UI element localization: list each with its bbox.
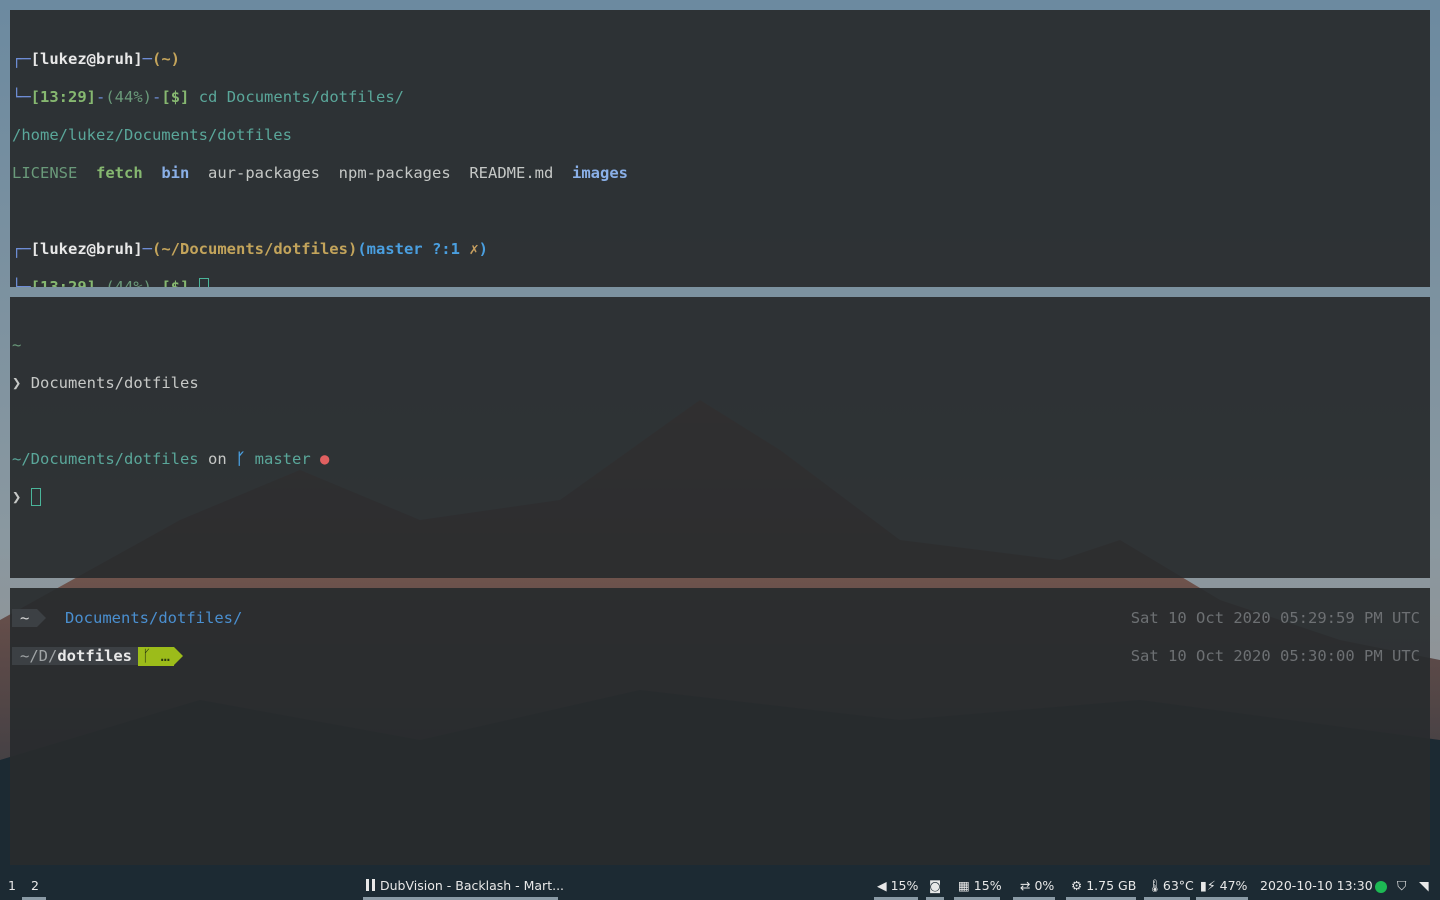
current-dir: dotfiles [57,647,132,665]
wifi-icon[interactable]: ◥ [1419,878,1429,893]
prompt-status-line: ~/Documents/dotfiles on ᚴ master ● [12,450,1428,469]
prompt-path: ~/Documents/dotfiles [12,450,199,468]
prompt-symbol: [$] [161,88,190,106]
ls-entry: bin [161,164,190,182]
prompt-cwd: (~/Documents/dotfiles) [152,240,358,258]
short-path: ~/D/ [20,647,58,665]
ls-entry: aur-packages [208,164,320,182]
terminal-cursor[interactable] [198,278,209,287]
ls-entry: LICENSE [12,164,78,182]
prompt-line-2: └─[13:29]-(44%)-[$] cd Documents/dotfile… [12,88,405,106]
prompt-corner: └─ [12,88,31,106]
prompt-on: on [207,450,227,468]
spotify-icon[interactable] [1375,879,1387,894]
git-dirty-dot: ● [320,450,330,468]
git-segment: ᚴ … [137,647,174,666]
output-pwd: /home/lukez/Documents/dotfiles [12,126,292,144]
git-close: ) [478,240,488,258]
prompt-user: [lukez@bruh] [30,50,143,68]
command-line: ❯ Documents/dotfiles [12,374,1428,393]
prompt-battery: (44%) [105,278,153,287]
history-line: ~ Documents/dotfiles/Sat 10 Oct 2020 05:… [12,609,1428,628]
powerline-arrow-icon [173,647,183,665]
terminal-cursor[interactable] [30,488,41,506]
prompt-time: [13:29] [30,88,96,106]
swap-icon: ⇄ [1020,878,1031,893]
thermometer-icon: 🌡 [1147,878,1163,893]
temperature-value: 63°C [1162,878,1194,893]
pause-icon [366,879,375,891]
powerline-arrow-icon [37,609,47,627]
temperature-widget: 🌡63°C [1147,878,1194,894]
git-dirty-mark: ✗ [469,240,479,258]
prompt-corner: ┌─ [12,50,31,68]
workspace-1[interactable]: 1 [8,878,16,893]
git-branch-icon: ᚴ [141,647,152,665]
swap-value: 0% [1034,878,1055,893]
prompt-battery: (44%) [105,88,153,106]
prompt-user: [lukez@bruh] [30,240,143,258]
prompt-separator: ─ [142,50,152,68]
speaker-icon: ◀ [877,878,887,893]
terminal-pane-top[interactable]: ┌─[lukez@bruh]─(~) └─[13:29]-(44%)-[$] c… [10,10,1430,287]
prompt-tilde: ~ [12,336,22,354]
swap-widget: ⇄ 0% [1020,878,1054,893]
cpu-icon: ▦ [958,878,970,893]
ls-output: LICENSE fetch bin aur-packages npm-packa… [12,164,1428,183]
prompt-chevron: ❯ [12,488,22,506]
workspace-2[interactable]: 2 [31,878,39,893]
volume-widget[interactable]: ◀ 15% [877,878,918,893]
command-text: Documents/dotfiles/ [65,609,243,627]
battery-charging-icon: ▮⚡ [1200,878,1216,893]
git-branch: master [254,450,311,468]
clock[interactable]: 2020-10-10 13:30 [1260,878,1373,893]
memory-widget: ⚙ 1.75 GB [1071,878,1136,893]
battery-value: 47% [1219,878,1248,893]
prompt-chevron: ❯ [12,374,22,392]
shield-icon[interactable]: ⛉ [1397,878,1406,894]
terminal-pane-bottom[interactable]: ~ Documents/dotfiles/Sat 10 Oct 2020 05:… [10,588,1430,865]
status-bar: 1 2 DubVision - Backlash - Mart... ◀ 15%… [0,870,1440,900]
memory-value: 1.75 GB [1086,878,1137,893]
cpu-value: 15% [973,878,1002,893]
prompt-symbol: [$] [161,278,190,287]
screenshot-icon[interactable]: ◙ [929,878,941,893]
ls-entry: npm-packages [338,164,451,182]
ls-entry: README.md [469,164,554,182]
ls-entry: fetch [96,164,143,182]
prompt-cwd: (~) [152,50,180,68]
media-widget[interactable]: DubVision - Backlash - Mart... [366,878,564,893]
terminal-pane-middle[interactable]: ~ ❯ Documents/dotfiles ~/Documents/dotfi… [10,297,1430,578]
git-status: (master ?:1 [357,240,460,258]
command-text: Documents/dotfiles [30,374,199,392]
command-text: cd Documents/dotfiles/ [198,88,405,106]
prompt-line-2b: └─[13:29]-(44%)-[$] [12,278,1428,287]
memory-icon: ⚙ [1071,878,1083,893]
prompt-line-1: ┌─[lukez@bruh]─(~) [12,50,1428,69]
prompt-line-1b: ┌─[lukez@bruh]─(~/Documents/dotfiles)(ma… [12,240,488,258]
cpu-widget: ▦ 15% [958,878,1002,893]
input-line: ❯ [12,488,1428,507]
git-more: … [160,647,170,665]
battery-widget: ▮⚡ 47% [1200,878,1247,893]
media-title: DubVision - Backlash - Mart... [380,878,565,893]
prompt-home-segment: ~ [12,609,38,627]
prompt-line: ~/D/dotfiles ᚴ … Sat 10 Oct 2020 05:30:00 … [12,647,1428,666]
git-branch-icon: ᚴ [236,450,246,468]
timestamp: Sat 10 Oct 2020 05:30:00 PM UTC [1130,647,1420,665]
volume-value: 15% [890,878,919,893]
path-segment: ~/D/dotfiles [12,647,138,665]
ls-entry: images [572,164,628,182]
prompt-time: [13:29] [30,278,96,287]
timestamp: Sat 10 Oct 2020 05:29:59 PM UTC [1130,609,1420,627]
